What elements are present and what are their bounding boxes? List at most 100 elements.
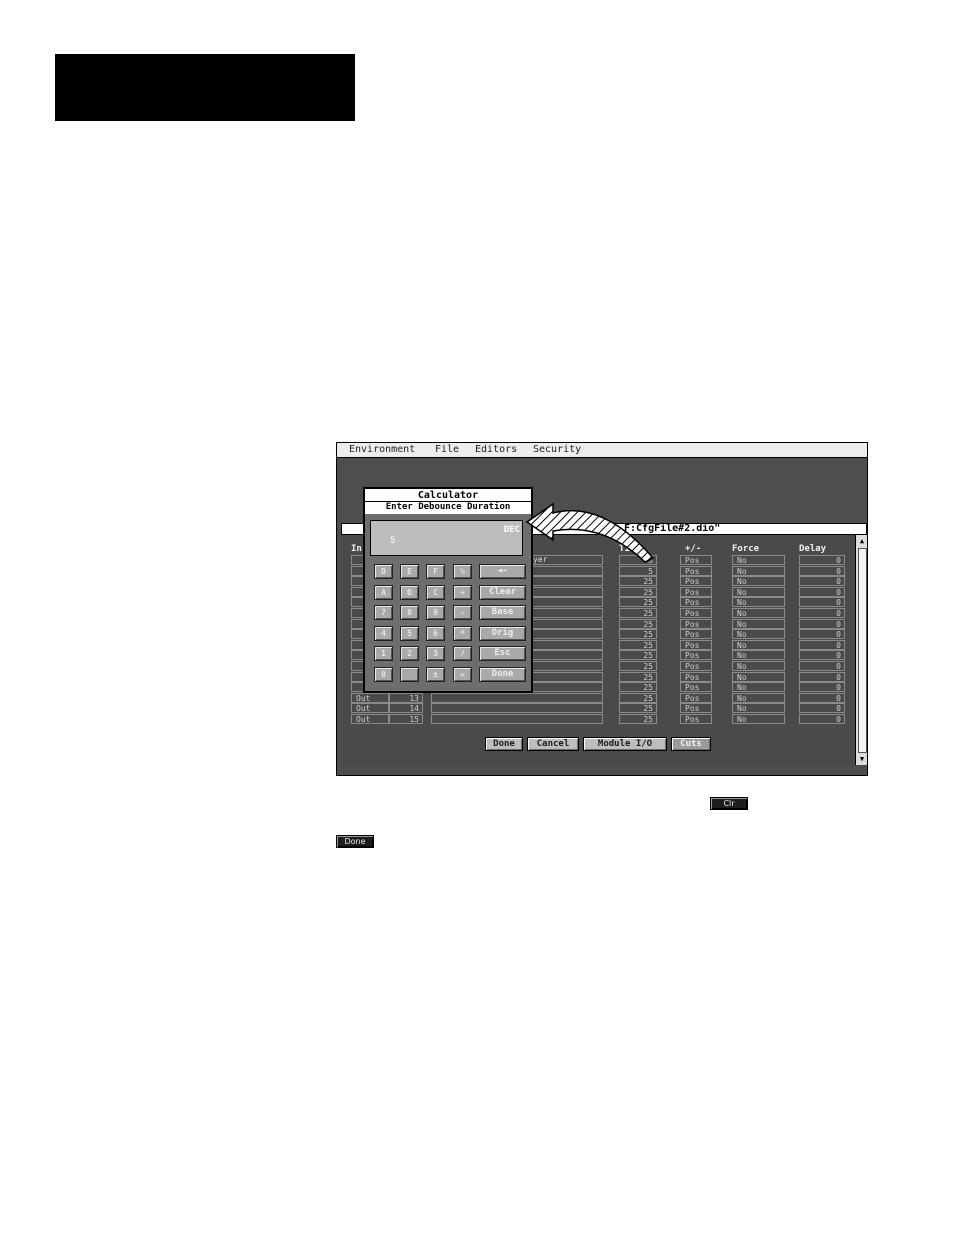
polarity-cell[interactable]: Pos	[680, 608, 712, 618]
delay-cell[interactable]: 0	[799, 586, 845, 597]
time-cell[interactable]: 25	[619, 629, 657, 640]
done-button[interactable]: Done	[485, 737, 523, 751]
force-cell[interactable]: No	[732, 629, 785, 640]
calc-key[interactable]: 2	[400, 646, 419, 662]
menu-editors[interactable]: Editors	[475, 443, 517, 457]
calc-key[interactable]: B	[400, 584, 419, 600]
delay-cell[interactable]: 0	[799, 661, 845, 671]
calc-key[interactable]: /	[453, 646, 472, 662]
calc-key[interactable]: 7	[374, 605, 393, 621]
polarity-cell[interactable]: Pos	[680, 597, 712, 608]
force-cell[interactable]: No	[732, 618, 785, 629]
polarity-cell[interactable]: Pos	[680, 555, 712, 565]
force-cell[interactable]: No	[732, 692, 785, 703]
force-cell[interactable]: No	[732, 661, 785, 671]
io-number-cell[interactable]: 15	[389, 714, 423, 724]
delay-cell[interactable]: 0	[799, 597, 845, 608]
vertical-scrollbar[interactable]: ▲ ▼	[855, 535, 867, 765]
menu-security[interactable]: Security	[533, 443, 581, 457]
polarity-cell[interactable]: Pos	[680, 661, 712, 671]
time-cell[interactable]: 25	[619, 576, 657, 587]
calc-key[interactable]: 6	[426, 625, 445, 641]
force-cell[interactable]: No	[732, 650, 785, 661]
io-number-cell[interactable]: 13	[389, 692, 423, 703]
delay-cell[interactable]: 0	[799, 682, 845, 693]
time-cell[interactable]: 25	[619, 650, 657, 661]
delay-cell[interactable]: 0	[799, 618, 845, 629]
calc-key[interactable]: C	[426, 584, 445, 600]
cancel-button[interactable]: Cancel	[527, 737, 579, 751]
io-label-cell[interactable]: Out	[351, 692, 389, 703]
description-cell[interactable]	[431, 714, 603, 724]
polarity-cell[interactable]: Pos	[680, 565, 712, 576]
delay-cell[interactable]: 0	[799, 650, 845, 661]
description-cell[interactable]	[431, 703, 603, 714]
time-cell[interactable]: 25	[619, 714, 657, 724]
cuts-button[interactable]: Cuts	[671, 737, 711, 751]
force-cell[interactable]: No	[732, 576, 785, 587]
menu-file[interactable]: File	[435, 443, 459, 457]
polarity-cell[interactable]: Pos	[680, 639, 712, 650]
delay-cell[interactable]: 0	[799, 692, 845, 703]
scroll-thumb[interactable]	[858, 548, 867, 753]
delay-cell[interactable]: 0	[799, 639, 845, 650]
time-cell[interactable]: 25	[619, 682, 657, 693]
delay-cell[interactable]: 0	[799, 608, 845, 618]
delay-cell[interactable]: 0	[799, 576, 845, 587]
force-cell[interactable]: No	[732, 597, 785, 608]
calc-function-key[interactable]: Done	[479, 667, 526, 682]
time-cell[interactable]: 25	[619, 671, 657, 682]
time-cell[interactable]: 25	[619, 586, 657, 597]
polarity-cell[interactable]: Pos	[680, 703, 712, 714]
calc-key[interactable]: D	[374, 564, 393, 579]
calc-function-key[interactable]: Clear	[479, 584, 526, 600]
polarity-cell[interactable]: Pos	[680, 714, 712, 724]
polarity-cell[interactable]: Pos	[680, 576, 712, 587]
delay-cell[interactable]: 0	[799, 629, 845, 640]
force-cell[interactable]: No	[732, 639, 785, 650]
calc-key[interactable]: 5	[400, 625, 419, 641]
calc-key[interactable]: -	[453, 605, 472, 621]
time-cell[interactable]: 25	[619, 703, 657, 714]
calc-key[interactable]: 3	[426, 646, 445, 662]
calc-function-key[interactable]: Orig	[479, 625, 526, 641]
calc-key[interactable]: %	[453, 564, 472, 579]
calc-key[interactable]: F	[426, 564, 445, 579]
calc-key[interactable]	[400, 667, 419, 682]
calc-function-key[interactable]: ◄-	[479, 564, 526, 579]
time-cell[interactable]: 25	[619, 692, 657, 703]
time-cell[interactable]: 25	[619, 597, 657, 608]
delay-cell[interactable]: 0	[799, 565, 845, 576]
force-cell[interactable]: No	[732, 608, 785, 618]
scroll-down-icon[interactable]: ▼	[856, 754, 867, 764]
time-cell[interactable]: 25	[619, 608, 657, 618]
calc-key[interactable]: A	[374, 584, 393, 600]
delay-cell[interactable]: 0	[799, 555, 845, 565]
calc-key[interactable]: 0	[374, 667, 393, 682]
time-cell[interactable]: 25	[619, 661, 657, 671]
calc-function-key[interactable]: Esc	[479, 646, 526, 662]
calc-key[interactable]: 1	[374, 646, 393, 662]
scroll-up-icon[interactable]: ▲	[856, 536, 867, 546]
page-done-button[interactable]: Done	[336, 835, 374, 848]
io-label-cell[interactable]: Out	[351, 714, 389, 724]
io-number-cell[interactable]: 14	[389, 703, 423, 714]
force-cell[interactable]: No	[732, 682, 785, 693]
polarity-cell[interactable]: Pos	[680, 692, 712, 703]
polarity-cell[interactable]: Pos	[680, 586, 712, 597]
calc-key[interactable]: 4	[374, 625, 393, 641]
force-cell[interactable]: No	[732, 565, 785, 576]
polarity-cell[interactable]: Pos	[680, 618, 712, 629]
calc-key[interactable]: ±	[426, 667, 445, 682]
force-cell[interactable]: No	[732, 671, 785, 682]
clr-button[interactable]: Clr	[710, 797, 748, 810]
calc-key[interactable]: 8	[400, 605, 419, 621]
calc-function-key[interactable]: Base	[479, 605, 526, 621]
polarity-cell[interactable]: Pos	[680, 629, 712, 640]
force-cell[interactable]: No	[732, 555, 785, 565]
time-cell[interactable]: 25	[619, 639, 657, 650]
polarity-cell[interactable]: Pos	[680, 650, 712, 661]
polarity-cell[interactable]: Pos	[680, 671, 712, 682]
force-cell[interactable]: No	[732, 703, 785, 714]
delay-cell[interactable]: 0	[799, 703, 845, 714]
